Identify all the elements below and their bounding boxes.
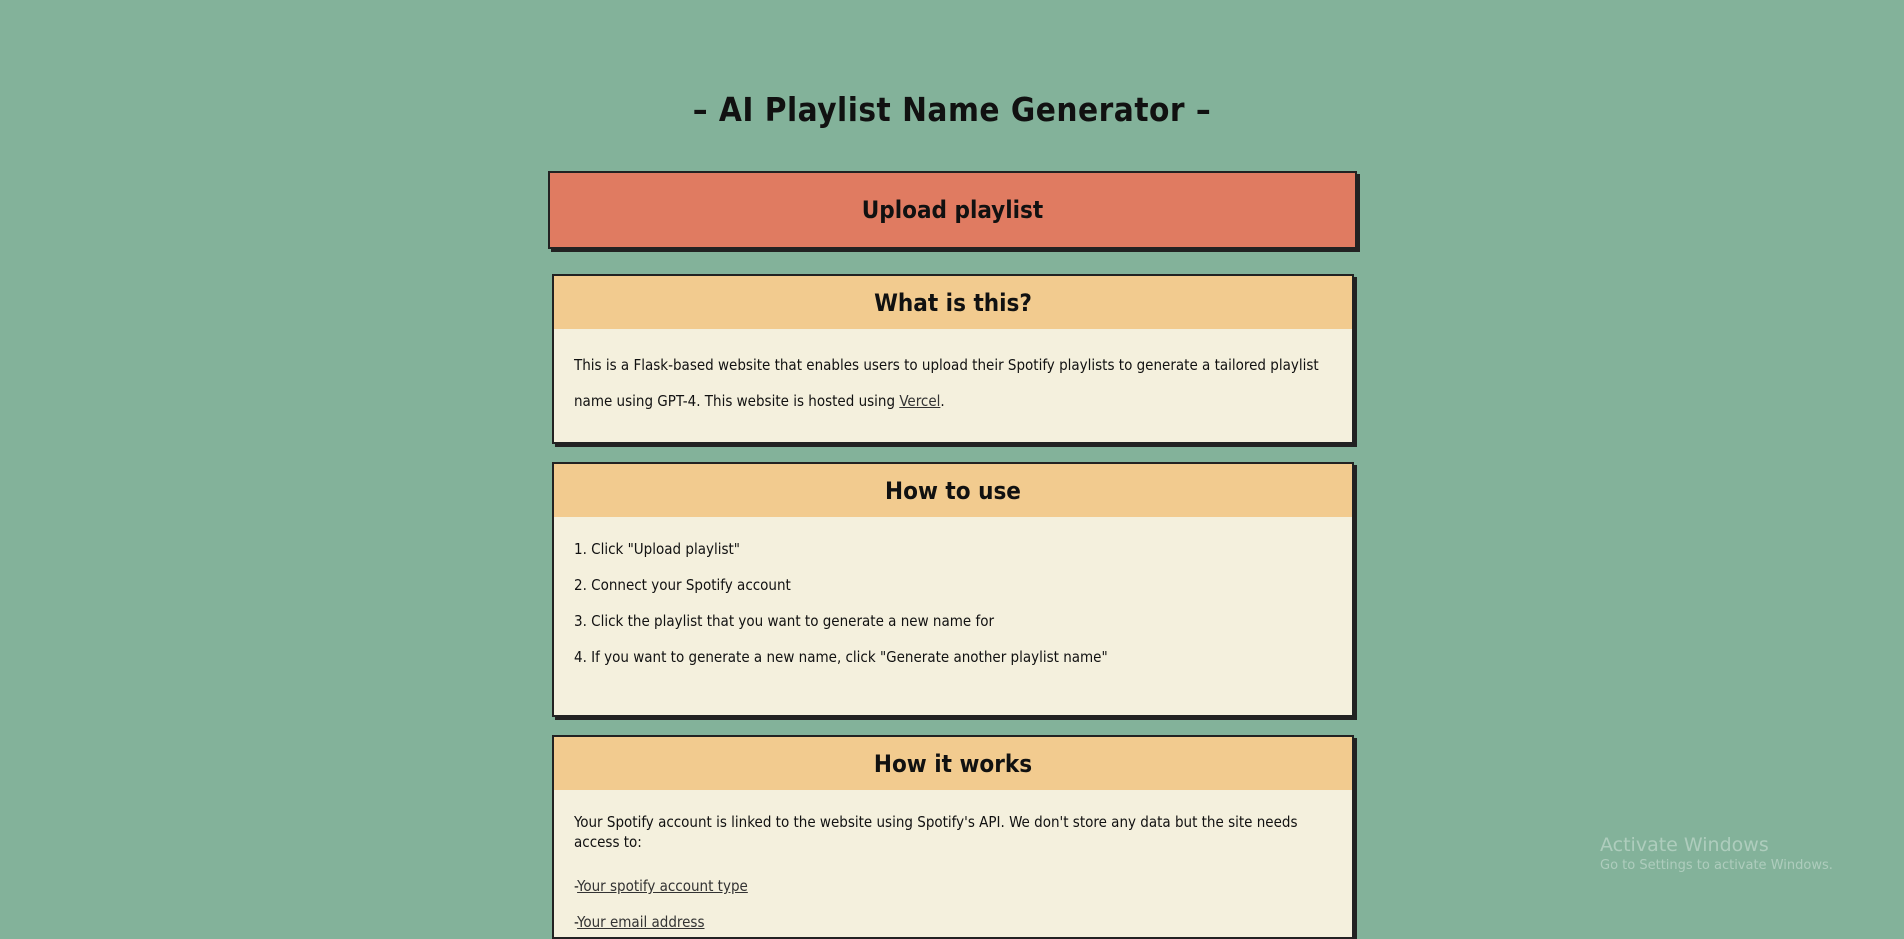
- what-is-this-text-main: This is a Flask-based website that enabl…: [574, 356, 1319, 410]
- how-to-use-heading: How to use: [554, 464, 1352, 517]
- step-item: 3. Click the playlist that you want to g…: [574, 612, 994, 630]
- what-is-this-heading: What is this?: [554, 276, 1352, 329]
- what-is-this-text: This is a Flask-based website that enabl…: [574, 347, 1332, 419]
- upload-playlist-button[interactable]: Upload playlist: [548, 171, 1357, 249]
- step-item: 2. Connect your Spotify account: [574, 576, 791, 594]
- how-to-use-steps: 1. Click "Upload playlist" 2. Connect yo…: [554, 517, 1352, 675]
- page-title: – AI Playlist Name Generator –: [692, 90, 1212, 129]
- how-it-works-intro: Your Spotify account is linked to the we…: [574, 813, 1298, 851]
- watermark-subtitle: Go to Settings to activate Windows.: [1600, 858, 1833, 873]
- page: – AI Playlist Name Generator – Upload pl…: [0, 0, 1904, 939]
- email-address-link[interactable]: Your email address: [577, 913, 704, 931]
- vercel-link[interactable]: Vercel: [899, 392, 940, 410]
- account-type-link[interactable]: Your spotify account type: [577, 877, 748, 895]
- step-item: 1. Click "Upload playlist": [574, 540, 740, 558]
- how-it-works-card: How it works Your Spotify account is lin…: [552, 735, 1354, 939]
- what-is-this-card: What is this? This is a Flask-based webs…: [552, 274, 1354, 444]
- how-it-works-heading: How it works: [554, 737, 1352, 790]
- activate-windows-watermark: Activate Windows Go to Settings to activ…: [1600, 834, 1833, 873]
- access-item: -Your email address: [574, 904, 1332, 937]
- how-it-works-body: Your Spotify account is linked to the we…: [554, 790, 1352, 937]
- step-item: 4. If you want to generate a new name, c…: [574, 648, 1108, 666]
- access-item: -Your spotify account type: [574, 868, 1332, 904]
- how-to-use-card: How to use 1. Click "Upload playlist" 2.…: [552, 462, 1354, 717]
- what-is-this-body: This is a Flask-based website that enabl…: [554, 329, 1352, 419]
- watermark-title: Activate Windows: [1600, 834, 1769, 856]
- what-is-this-text-end: .: [940, 392, 945, 410]
